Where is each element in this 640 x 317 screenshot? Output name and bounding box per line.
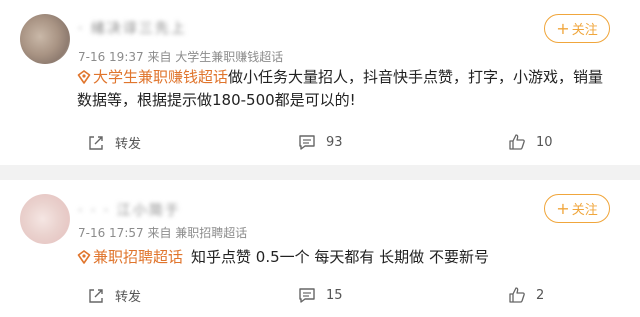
repost-label: 转发 bbox=[115, 137, 142, 152]
repost-button[interactable]: 转发 bbox=[87, 286, 141, 305]
comment-button[interactable]: 93 bbox=[298, 133, 343, 151]
supertopic-link[interactable]: 兼职招聘超话 bbox=[93, 248, 183, 266]
post-source[interactable]: 来自 兼职招聘超话 bbox=[147, 226, 247, 240]
comment-icon bbox=[299, 135, 315, 150]
repost-icon bbox=[89, 135, 103, 150]
post-content: 兼职招聘超话 知乎点赞 0.5一个 每天都有 长期做 不要新号 bbox=[77, 246, 617, 269]
post-time: 7-16 19:37 bbox=[78, 50, 144, 64]
supertopic-icon bbox=[77, 70, 91, 84]
follow-label: 关注 bbox=[571, 23, 598, 38]
post-content: 大学生兼职赚钱超话做小任务大量招人，抖音快手点赞，打字，小游戏，销量数据等，根据… bbox=[77, 66, 617, 112]
username[interactable]: · · · 江小简于 bbox=[78, 200, 181, 219]
comment-count: 15 bbox=[326, 287, 343, 303]
action-bar: 转发 93 10 bbox=[0, 133, 640, 157]
post-card: · · · 江小简于 7-16 17:57 来自 兼职招聘超话 + 关注 兼职招… bbox=[0, 180, 640, 317]
avatar[interactable] bbox=[20, 194, 70, 244]
follow-button[interactable]: + 关注 bbox=[544, 194, 610, 223]
repost-icon bbox=[89, 288, 103, 303]
comment-count: 93 bbox=[326, 134, 343, 150]
follow-button[interactable]: + 关注 bbox=[544, 14, 610, 43]
action-bar: 转发 15 2 bbox=[0, 286, 640, 310]
follow-label: 关注 bbox=[571, 203, 598, 218]
post-text: 知乎点赞 0.5一个 每天都有 长期做 不要新号 bbox=[191, 248, 489, 266]
comment-button[interactable]: 15 bbox=[298, 286, 343, 304]
like-button[interactable]: 2 bbox=[508, 286, 544, 304]
repost-label: 转发 bbox=[115, 290, 142, 305]
post-time: 7-16 17:57 bbox=[78, 226, 144, 240]
avatar[interactable] bbox=[20, 14, 70, 64]
supertopic-icon bbox=[77, 250, 91, 264]
plus-icon: + bbox=[556, 18, 570, 38]
username[interactable]: · 绪决谆三先上 bbox=[78, 18, 187, 37]
like-icon bbox=[509, 134, 525, 150]
repost-button[interactable]: 转发 bbox=[87, 133, 141, 152]
like-count: 2 bbox=[536, 287, 545, 303]
post-meta: 7-16 19:37 来自 大学生兼职赚钱超话 bbox=[78, 48, 283, 65]
supertopic-link[interactable]: 大学生兼职赚钱超话 bbox=[93, 68, 228, 86]
like-button[interactable]: 10 bbox=[508, 133, 553, 151]
plus-icon: + bbox=[556, 198, 570, 218]
post-card: · 绪决谆三先上 7-16 19:37 来自 大学生兼职赚钱超话 + 关注 大学… bbox=[0, 0, 640, 165]
post-separator bbox=[0, 165, 640, 180]
comment-icon bbox=[299, 288, 315, 303]
like-count: 10 bbox=[536, 134, 553, 150]
post-meta: 7-16 17:57 来自 兼职招聘超话 bbox=[78, 224, 247, 241]
like-icon bbox=[509, 287, 525, 303]
post-source[interactable]: 来自 大学生兼职赚钱超话 bbox=[147, 50, 283, 64]
